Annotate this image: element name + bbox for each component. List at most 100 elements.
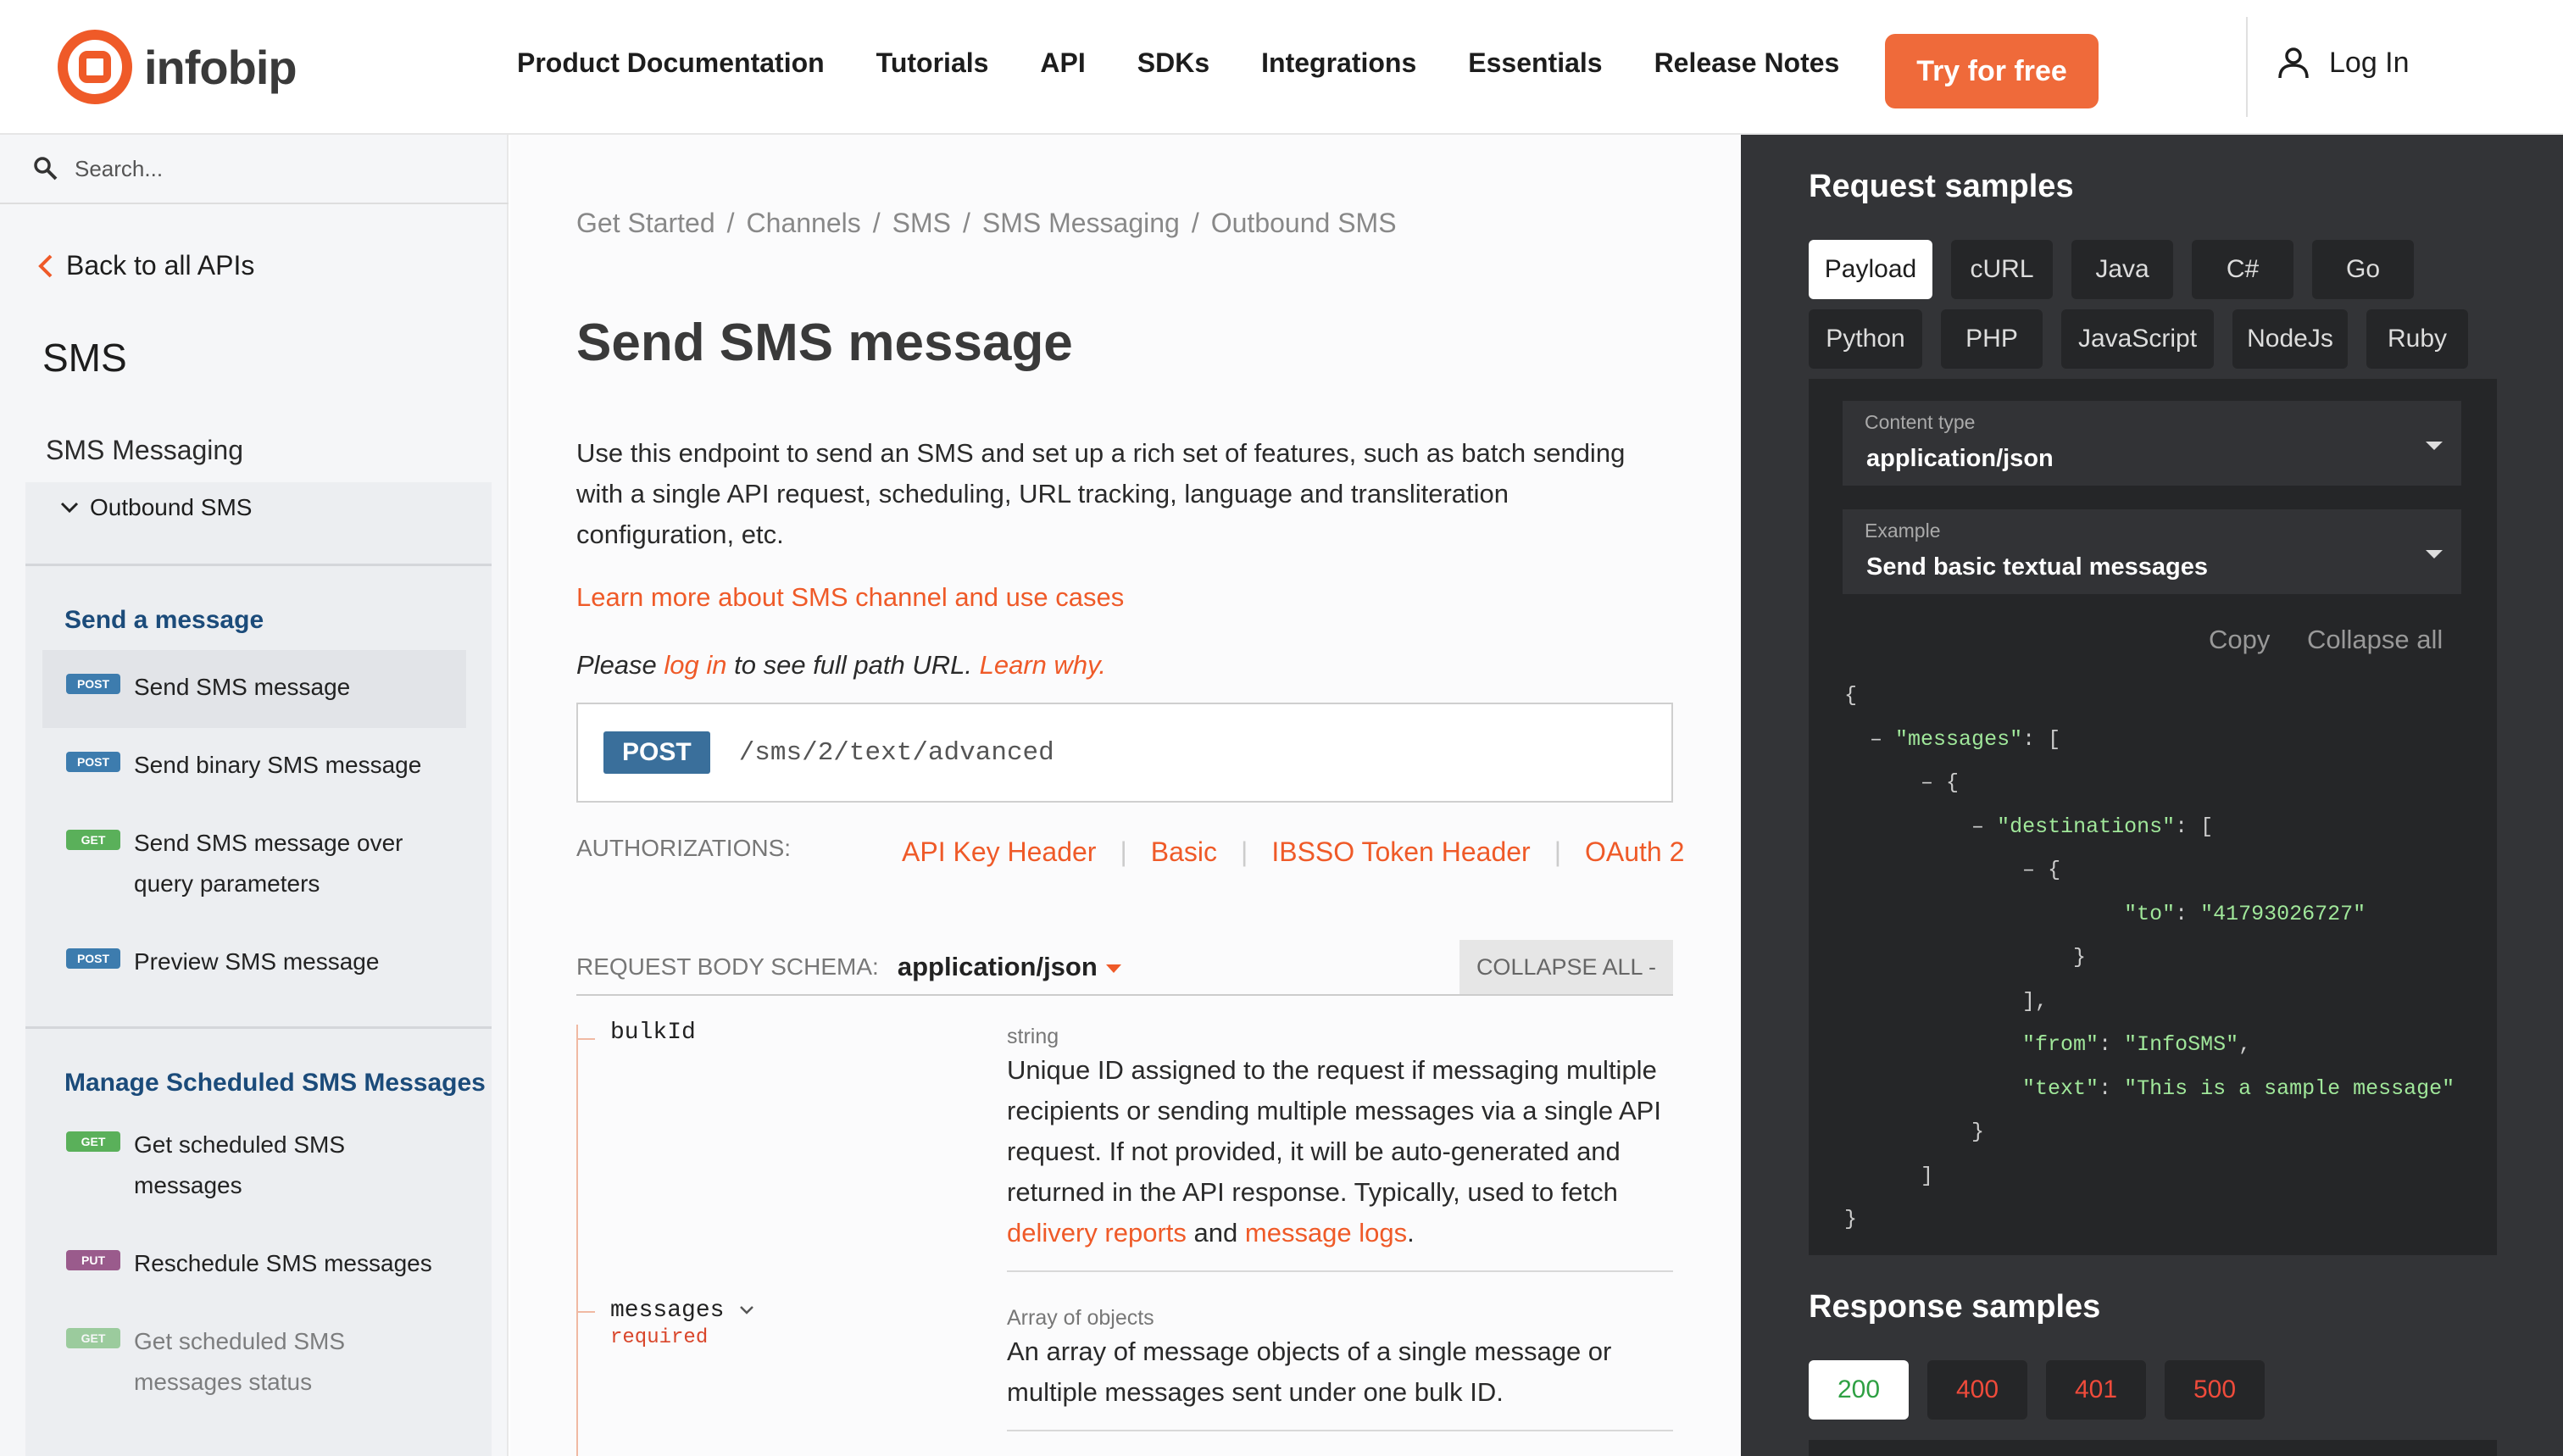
response-tab-400[interactable]: 400 (1927, 1360, 2027, 1420)
auth-basic[interactable]: Basic (1151, 836, 1217, 867)
subgroup-label: Outbound SMS (90, 494, 253, 520)
sidebar-divider (25, 564, 492, 566)
collapse-all-code-button[interactable]: Collapse all (2307, 625, 2443, 655)
nav-release-notes[interactable]: Release Notes (1654, 47, 1840, 79)
content-type-select[interactable]: Content type application/json (1843, 401, 2461, 486)
nav-tutorials[interactable]: Tutorials (876, 47, 989, 79)
caret-down-icon (2426, 550, 2443, 559)
breadcrumb-sms[interactable]: SMS (892, 208, 951, 239)
learn-why-link[interactable]: Learn why. (980, 650, 1106, 680)
sidebar-item-label: Get scheduled SMS messages (134, 1131, 346, 1198)
nav-api[interactable]: API (1040, 47, 1085, 79)
authorizations-label: AUTHORIZATIONS: (576, 835, 792, 861)
header-divider (2246, 17, 2248, 117)
caret-down-icon (2426, 442, 2443, 450)
sidebar-group-sms-messaging[interactable]: SMS Messaging (46, 435, 243, 466)
example-select[interactable]: Example Send basic textual messages (1843, 509, 2461, 594)
copy-button[interactable]: Copy (2209, 625, 2270, 655)
nav-integrations[interactable]: Integrations (1261, 47, 1416, 79)
chevron-down-icon (740, 1306, 754, 1314)
response-tab-401[interactable]: 401 (2046, 1360, 2146, 1420)
endpoint-path: /sms/2/text/advanced (738, 737, 1054, 768)
breadcrumb-outbound-sms[interactable]: Outbound SMS (1211, 208, 1397, 239)
property-type: Array of objects (1007, 1306, 1154, 1330)
property-description: An array of message objects of a single … (1007, 1337, 1612, 1407)
try-for-free-button[interactable]: Try for free (1885, 34, 2099, 108)
search-icon (34, 157, 58, 181)
tab-php[interactable]: PHP (1941, 309, 2043, 369)
infobip-logo[interactable]: infobip (58, 29, 297, 105)
response-samples-title: Response samples (1809, 1289, 2101, 1325)
tab-curl[interactable]: cURL (1951, 240, 2053, 299)
schema-select[interactable]: application/json (898, 952, 1121, 982)
back-to-all-apis-link[interactable]: Back to all APIs (37, 250, 254, 281)
tab-nodejs[interactable]: NodeJs (2232, 309, 2348, 369)
chevron-left-icon (38, 254, 53, 277)
nav-essentials[interactable]: Essentials (1468, 47, 1602, 79)
sidebar-item-send-binary-sms-message[interactable]: POST Send binary SMS message (42, 728, 466, 803)
tab-ruby[interactable]: Ruby (2366, 309, 2468, 369)
method-badge: POST (603, 731, 710, 774)
section-manage-scheduled: Manage Scheduled SMS Messages (64, 1069, 486, 1097)
sidebar-item-send-sms-query-params[interactable]: GET Send SMS message over query paramete… (42, 806, 466, 921)
login-link[interactable]: log in (664, 650, 726, 680)
response-tab-500[interactable]: 500 (2165, 1360, 2265, 1420)
sidebar-item-label: Send SMS message (134, 674, 351, 700)
method-badge: PUT (66, 1250, 120, 1270)
method-badge: GET (66, 1328, 120, 1348)
section-send-a-message: Send a message (64, 606, 264, 634)
endpoint-path-box: POST /sms/2/text/advanced (576, 703, 1673, 803)
sidebar-item-send-sms-message[interactable]: POST Send SMS message (42, 650, 466, 728)
sidebar-divider (25, 1026, 492, 1029)
tab-java[interactable]: Java (2071, 240, 2173, 299)
breadcrumb-sms-messaging[interactable]: SMS Messaging (982, 208, 1180, 239)
sidebar-item-reschedule-sms[interactable]: PUT Reschedule SMS messages (42, 1226, 466, 1301)
tab-payload[interactable]: Payload (1809, 240, 1932, 299)
sidebar-item-preview-sms-message[interactable]: POST Preview SMS message (42, 925, 466, 999)
api-title: SMS (42, 336, 127, 380)
message-logs-link[interactable]: message logs (1245, 1218, 1407, 1248)
request-samples-title: Request samples (1809, 169, 2074, 204)
user-icon (2278, 47, 2309, 79)
property-name: bulkId (610, 1020, 696, 1046)
login-button[interactable]: Log In (2277, 46, 2410, 80)
tab-javascript[interactable]: JavaScript (2061, 309, 2214, 369)
property-description: Unique ID assigned to the request if mes… (1007, 1055, 1661, 1248)
tab-csharp[interactable]: C# (2192, 240, 2293, 299)
auth-api-key-header[interactable]: API Key Header (902, 836, 1096, 867)
back-label: Back to all APIs (66, 250, 255, 281)
endpoint-description: Use this endpoint to send an SMS and set… (576, 438, 1626, 549)
search-input[interactable] (75, 155, 481, 182)
breadcrumb-get-started[interactable]: Get Started (576, 208, 715, 239)
method-badge: POST (66, 948, 120, 969)
caret-down-icon (1105, 964, 1121, 973)
property-name-toggle[interactable]: messages (610, 1298, 755, 1324)
search-bar (0, 135, 509, 204)
auth-oauth2[interactable]: OAuth 2 (1585, 836, 1684, 867)
method-badge: POST (66, 752, 120, 772)
sidebar: Back to all APIs SMS SMS Messaging Outbo… (0, 135, 509, 1456)
request-sample-panel: Content type application/json Example Se… (1809, 379, 2497, 1255)
tab-go[interactable]: Go (2312, 240, 2414, 299)
collapse-all-button[interactable]: COLLAPSE ALL - (1459, 940, 1673, 994)
breadcrumb: Get Started / Channels / SMS / SMS Messa… (576, 208, 1397, 239)
sidebar-item-label: Preview SMS message (134, 948, 380, 975)
nav-sdks[interactable]: SDKs (1137, 47, 1209, 79)
schema-label: REQUEST BODY SCHEMA: (576, 953, 879, 980)
main-nav: Product Documentation Tutorials API SDKs… (517, 47, 1891, 79)
required-label: required (610, 1326, 709, 1349)
authorizations-links: API Key Header | Basic | IBSSO Token Header |… (902, 836, 1685, 867)
sidebar-subgroup-outbound-sms[interactable]: Outbound SMS (59, 494, 252, 521)
tab-python[interactable]: Python (1809, 309, 1922, 369)
sidebar-item-get-scheduled-sms[interactable]: GET Get scheduled SMS messages (42, 1108, 466, 1223)
delivery-reports-link[interactable]: delivery reports (1007, 1218, 1187, 1248)
response-tab-200[interactable]: 200 (1809, 1360, 1909, 1420)
property-type: string (1007, 1025, 1059, 1048)
sidebar-item-get-scheduled-status[interactable]: GET Get scheduled SMS messages status (42, 1304, 466, 1420)
nav-product-documentation[interactable]: Product Documentation (517, 47, 825, 79)
method-badge: POST (66, 674, 120, 694)
learn-more-link[interactable]: Learn more about SMS channel and use cas… (576, 582, 1124, 613)
breadcrumb-channels[interactable]: Channels (747, 208, 861, 239)
auth-ibsso-token-header[interactable]: IBSSO Token Header (1271, 836, 1530, 867)
json-sample: { – "messages": [ – { – "destinations": … (1844, 683, 2455, 1231)
